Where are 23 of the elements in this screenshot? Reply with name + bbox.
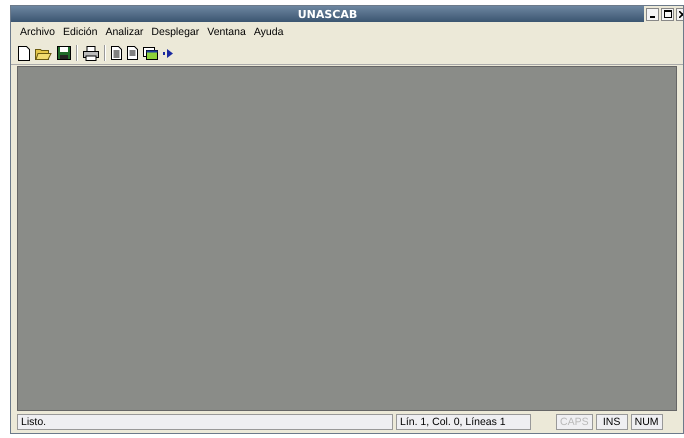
cursor-position: Lín. 1, Col. 0, Líneas 1 (396, 414, 531, 430)
menu-item[interactable]: Ayuda (254, 26, 284, 40)
menu-item[interactable]: Ventana (207, 26, 246, 40)
key-indicator: NUM (630, 414, 663, 430)
menu-item[interactable]: Edición (63, 26, 98, 40)
key-indicator: INS (596, 414, 628, 430)
print-icon[interactable] (83, 46, 99, 60)
arrow-right-icon[interactable] (163, 48, 174, 58)
maximize-icon (664, 10, 672, 18)
window-icon[interactable] (143, 46, 158, 60)
new-file-icon[interactable] (18, 46, 30, 60)
open-folder-icon[interactable] (35, 46, 52, 60)
status-message: Listo. (17, 414, 393, 430)
window-title: UNASCAB (296, 8, 358, 20)
menu-item[interactable]: Analizar (105, 26, 144, 40)
document-icon[interactable] (111, 46, 122, 60)
document-icon[interactable] (127, 46, 138, 60)
menu-item[interactable]: Archivo (20, 26, 56, 40)
maximize-button[interactable] (661, 8, 674, 20)
key-indicator: CAPS (556, 414, 593, 430)
minimize-button[interactable] (646, 8, 659, 20)
menu-item[interactable]: Desplegar (151, 26, 200, 40)
save-icon[interactable] (57, 46, 71, 60)
